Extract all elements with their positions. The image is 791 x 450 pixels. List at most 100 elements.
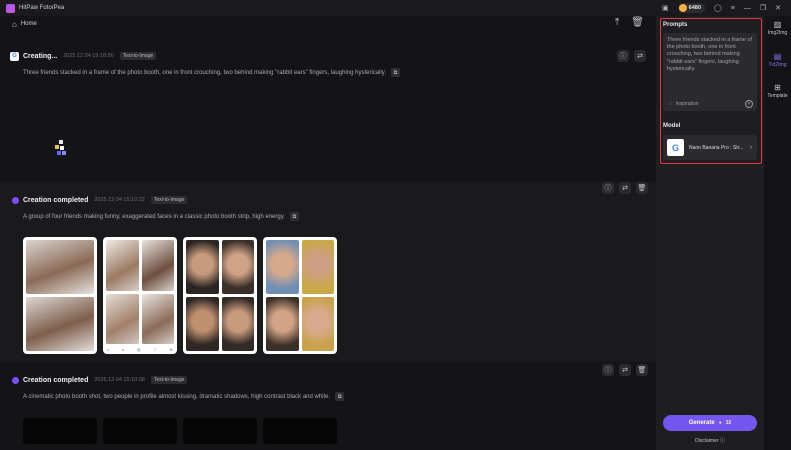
result-images: ⌂ ⌕ ◎ ♡ ♙ (23, 237, 337, 354)
model-selector[interactable]: G Nano Banana Pro : Str... › (663, 135, 757, 160)
loader-pixel (60, 146, 64, 150)
creation-card: Creation completed 2025.12.04 15:10:08 T… (0, 364, 656, 450)
card-status: Creation completed (23, 196, 89, 204)
status-dot-icon (12, 376, 19, 384)
close-icon[interactable]: ✕ (775, 5, 781, 12)
minimize-icon[interactable]: — (744, 5, 751, 12)
prompt-text: Three friends stacked in a frame of the … (23, 69, 387, 76)
loader-pixel (57, 151, 61, 155)
coin-icon (678, 4, 687, 12)
scroll-top-icon[interactable]: ⤒ (615, 17, 619, 28)
creation-feed: G Creating... 2025.12.04 15:18:50 Text-t… (0, 36, 656, 450)
card-prompt: A group of four friends making funny, ex… (23, 212, 656, 221)
card-header: Creation completed 2025.12.04 15:10:08 T… (0, 364, 656, 386)
loader-pixel (62, 151, 66, 155)
prompt-text: A cinematic photo booth shot, two people… (23, 393, 331, 400)
trash-icon[interactable]: 🗑 (631, 17, 644, 28)
card-status: Creating... (23, 52, 58, 60)
disclaimer-link[interactable]: Disclaimer ⓘ (656, 437, 764, 444)
result-image[interactable] (263, 237, 337, 354)
bulb-icon: ♢ (668, 101, 673, 107)
nav-img2img[interactable]: ▨ Img2Img (764, 20, 791, 36)
model-heading: Model (663, 123, 681, 129)
credits-badge[interactable]: 6480 (677, 3, 705, 13)
result-image[interactable] (183, 237, 257, 354)
app-title: HitPaw FotorPea (19, 5, 65, 11)
card-timestamp: 2025.12.04 15:18:50 (63, 53, 114, 59)
result-images (23, 418, 337, 444)
google-logo-icon: G (667, 139, 684, 156)
card-prompt: A cinematic photo booth shot, two people… (23, 392, 656, 401)
template-grid-icon: ⊞ (774, 83, 781, 92)
delete-icon[interactable]: 🗑 (636, 364, 648, 376)
info-icon[interactable]: ⓘ (602, 364, 614, 376)
info-icon: ⓘ (719, 438, 725, 444)
result-image[interactable] (103, 418, 177, 444)
copy-icon[interactable]: ⧉ (335, 392, 345, 401)
nav-label: Txt2Img (768, 62, 787, 68)
nav-label: Img2Img (767, 30, 788, 36)
card-type-tag: Text-to-Image (150, 376, 188, 384)
prompt-textarea[interactable]: Three friends stacked in a frame of the … (663, 33, 757, 111)
coin-icon: ● (718, 420, 722, 426)
title-bar: HitPaw FotorPea ▣ 6480 ◯ ≡ — ❐ ✕ (0, 0, 791, 16)
copy-icon[interactable]: ⧉ (289, 212, 299, 221)
photo-cell (186, 240, 219, 294)
credits-count: 6480 (688, 5, 701, 11)
phone-nav-bar: ⌂ ⌕ ◎ ♡ ♙ (107, 347, 173, 352)
nav-txt2img[interactable]: ▤ Txt2Img (764, 52, 791, 68)
result-image[interactable] (263, 418, 337, 444)
info-icon[interactable]: ⓘ (617, 50, 629, 62)
result-image[interactable] (23, 418, 97, 444)
app-logo (6, 3, 15, 13)
card-timestamp: 2025.12.04 15:10:22 (94, 197, 145, 203)
photo-cell (26, 297, 94, 351)
generate-cost: 32 (725, 420, 732, 426)
photo-cell (26, 240, 94, 294)
nav-template[interactable]: ⊞ Template (764, 83, 791, 99)
result-image[interactable]: ⌂ ⌕ ◎ ♡ ♙ (103, 237, 177, 354)
photo-cell (106, 240, 139, 291)
home-link[interactable]: Home (21, 21, 37, 27)
regenerate-icon[interactable]: ⇄ (619, 364, 631, 376)
regenerate-icon[interactable]: ⇄ (619, 182, 631, 194)
inspiration-button[interactable]: ♢ Inspiration (668, 101, 699, 107)
restore-icon[interactable]: ❐ (760, 5, 766, 12)
user-icon[interactable]: ◯ (714, 5, 722, 12)
result-image[interactable] (183, 418, 257, 444)
home-header: ⌂ Home ⤒ 🗑 (0, 16, 656, 32)
copy-icon[interactable]: ⧉ (391, 68, 401, 77)
card-type-tag: Text-to-Image (119, 52, 157, 60)
clear-icon[interactable]: ✕ (745, 100, 753, 108)
card-timestamp: 2025.12.04 15:10:08 (94, 377, 145, 383)
photo-cell (141, 240, 174, 291)
photo-cell (266, 240, 299, 294)
nav-label: Template (767, 93, 788, 99)
model-name: Nano Banana Pro : Str... (689, 144, 744, 151)
disclaimer-label: Disclaimer (695, 438, 719, 444)
gallery-icon[interactable]: ▣ (662, 5, 669, 12)
result-image[interactable] (23, 237, 97, 354)
home-icon[interactable]: ⌂ (12, 20, 17, 29)
photo-cell (266, 297, 299, 351)
photo-cell (301, 240, 334, 294)
inspiration-label: Inspiration (675, 101, 699, 107)
card-header: Creation completed 2025.12.04 15:10:22 T… (0, 182, 656, 206)
photo-cell (186, 297, 219, 351)
delete-icon[interactable]: 🗑 (636, 182, 648, 194)
creation-card: G Creating... 2025.12.04 15:18:50 Text-t… (0, 50, 656, 180)
photo-cell (106, 293, 139, 344)
photo-cell (141, 293, 174, 344)
regenerate-icon[interactable]: ⇄ (634, 50, 646, 62)
mode-nav: ▨ Img2Img ▤ Txt2Img ⊞ Template (764, 16, 791, 450)
title-bar-controls: ▣ 6480 ◯ ≡ — ❐ ✕ (662, 0, 791, 16)
info-icon[interactable]: ⓘ (602, 182, 614, 194)
prompt-panel: Prompts Three friends stacked in a frame… (656, 16, 764, 450)
card-actions: ⓘ ⇄ 🗑 (602, 364, 648, 376)
text-image-icon: ▤ (773, 52, 782, 61)
generate-button[interactable]: Generate ● 32 (663, 415, 757, 431)
menu-icon[interactable]: ≡ (731, 5, 735, 12)
prompts-heading: Prompts (663, 22, 688, 28)
loader-pixel (59, 140, 63, 144)
photo-cell (221, 297, 254, 351)
